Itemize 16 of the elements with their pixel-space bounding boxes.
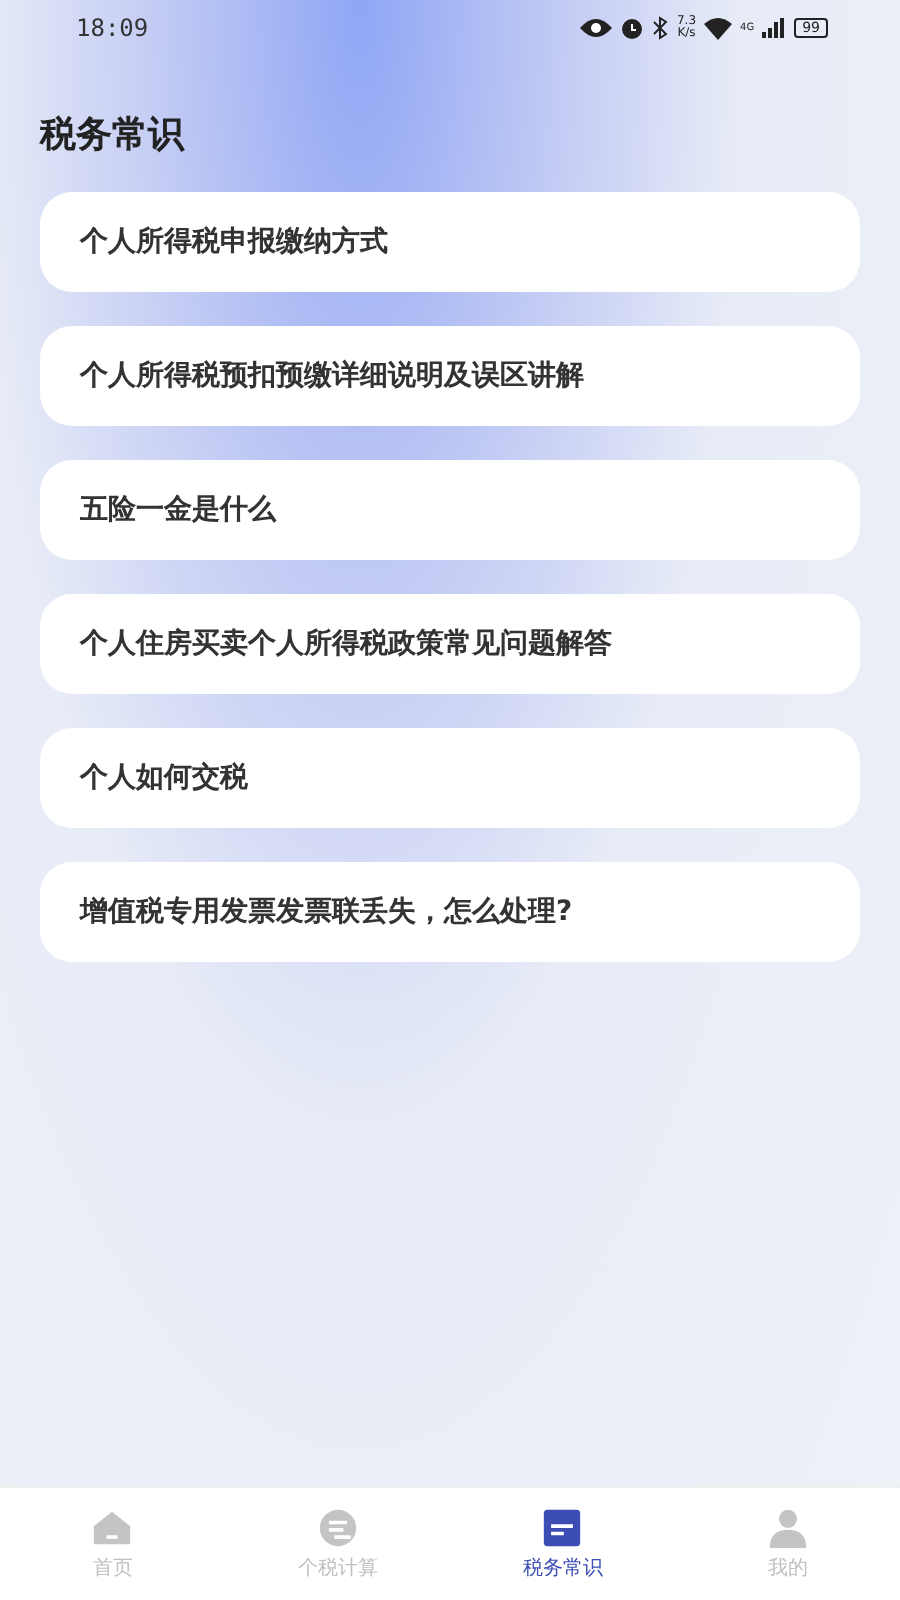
signal-icon: [762, 18, 787, 38]
eye-icon: [580, 18, 613, 38]
article-card[interactable]: 个人如何交税: [40, 728, 860, 828]
article-card[interactable]: 个人所得税预扣预缴详细说明及误区讲解: [40, 326, 860, 426]
article-card[interactable]: 五险一金是什么: [40, 460, 860, 560]
home-icon: [90, 1507, 135, 1547]
wifi-icon: [704, 17, 733, 39]
tab[interactable]: 税务常识: [450, 1488, 675, 1600]
article-card[interactable]: 个人所得税申报缴纳方式: [40, 192, 860, 292]
person-icon: [765, 1507, 810, 1547]
document-icon: [540, 1507, 585, 1547]
status-time: 18:09: [76, 14, 149, 42]
article-card[interactable]: 增值税专用发票发票联丢失，怎么处理?: [40, 862, 860, 962]
bluetooth-icon: [652, 16, 669, 40]
page-title: 税务常识: [40, 112, 187, 160]
article-card[interactable]: 个人住房买卖个人所得税政策常见问题解答: [40, 594, 860, 694]
